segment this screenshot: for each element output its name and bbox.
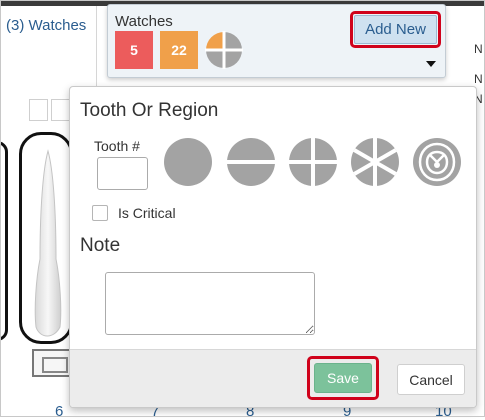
occlusal-view[interactable] [32, 349, 74, 377]
watch-badge[interactable]: 5 [115, 31, 153, 69]
tooth-image [34, 149, 62, 337]
full-circle-icon[interactable] [164, 138, 212, 186]
watches-link[interactable]: (3) Watches [6, 17, 86, 34]
popup-footer: Save Cancel [70, 349, 476, 407]
arch-icon[interactable] [413, 138, 461, 186]
chart-checkbox[interactable] [51, 99, 70, 121]
sextant-circle-icon[interactable] [351, 138, 399, 186]
quadrant-circle-icon[interactable] [289, 138, 337, 186]
tooth-region-popup: Tooth Or Region Tooth # Is Critical Note… [69, 86, 477, 408]
watches-title: Watches [115, 13, 173, 30]
note-textarea[interactable] [105, 272, 315, 335]
tooth-number[interactable]: 6 [55, 403, 63, 420]
caret-down-icon[interactable] [426, 61, 436, 67]
add-new-label: Add New [354, 15, 437, 44]
cancel-button[interactable]: Cancel [397, 364, 465, 395]
right-column-label: N [474, 42, 483, 56]
add-new-button[interactable]: Add New [350, 11, 441, 48]
tooth-region-heading: Tooth Or Region [80, 100, 219, 121]
save-button[interactable]: Save [314, 363, 372, 393]
half-circle-icon[interactable] [227, 138, 275, 186]
is-critical-checkbox[interactable] [92, 205, 108, 221]
tooth-outline[interactable] [0, 141, 8, 341]
tooth-number-input[interactable] [97, 157, 148, 190]
save-highlight: Save [307, 356, 379, 400]
tooth-outline[interactable] [19, 132, 73, 344]
watch-badge[interactable]: 22 [160, 31, 198, 69]
header-divider [96, 6, 97, 96]
quadrant-watch-icon[interactable] [205, 31, 243, 69]
tooth-number-label: Tooth # [94, 138, 140, 154]
note-heading: Note [80, 235, 121, 256]
is-critical-label: Is Critical [118, 205, 176, 221]
right-column-label: N [474, 72, 483, 86]
chart-checkbox[interactable] [29, 99, 48, 121]
watches-popup: Watches 5 22 Add New [107, 4, 446, 78]
